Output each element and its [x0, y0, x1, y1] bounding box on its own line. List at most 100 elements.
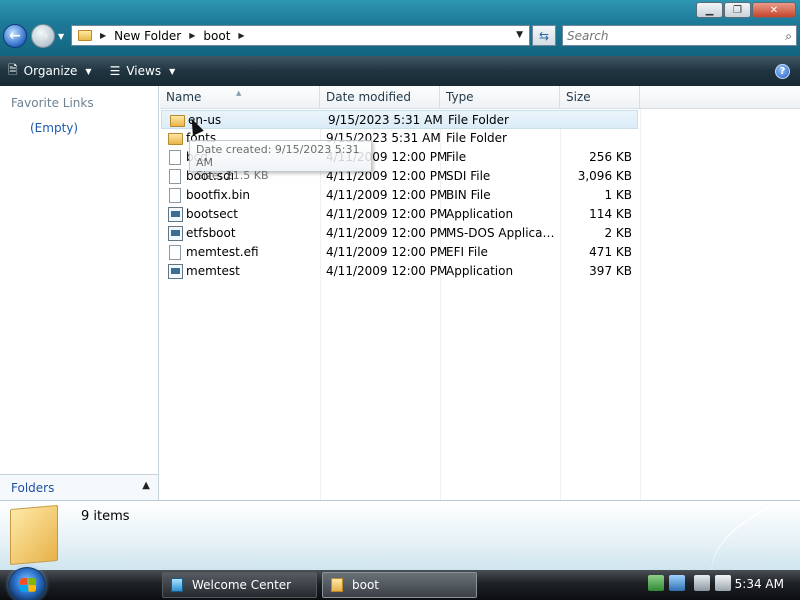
column-header-date-modified[interactable]: Date modified: [320, 86, 440, 109]
file-name: etfsboot: [186, 226, 236, 240]
column-divider: [640, 109, 641, 500]
clock[interactable]: 5:34 AM: [735, 577, 784, 591]
file-date-modified: 4/11/2009 12:00 PM: [326, 188, 448, 202]
chevron-down-icon: ▼: [85, 66, 92, 76]
recent-pages-dropdown[interactable]: ▼: [58, 32, 64, 41]
search-box[interactable]: ⌕: [562, 25, 797, 46]
help-button[interactable]: ?: [775, 64, 790, 79]
file-date-modified: 4/11/2009 12:00 PM: [326, 264, 448, 278]
file-row[interactable]: en-us 9/15/2023 5:31 AM File Folder: [161, 110, 638, 129]
tooltip-date-created: Date created: 9/15/2023 5:31 AM: [196, 143, 360, 169]
taskbar-button-boot[interactable]: boot: [322, 572, 477, 598]
maximize-button[interactable]: ❐: [724, 2, 751, 18]
window-controls: ▁ ❐ ✕: [695, 2, 796, 18]
file-name: memtest.efi: [186, 245, 259, 259]
sort-arrow-icon: ▲: [236, 89, 242, 97]
file-date-modified: 4/11/2009 12:00 PM: [326, 226, 448, 240]
address-dropdown-icon[interactable]: ▼: [516, 30, 523, 40]
forward-arrow-icon: →: [37, 28, 49, 44]
file-name: memtest: [186, 264, 240, 278]
security-center-icon[interactable]: [669, 575, 685, 591]
folders-toggle[interactable]: Folders ▲: [0, 474, 158, 500]
file-name: bootfix.bin: [186, 188, 251, 202]
file-row[interactable]: memtest.efi 4/11/2009 12:00 PM EFI File 471…: [160, 243, 640, 262]
file-date-modified: 4/11/2009 12:00 PM: [326, 245, 448, 259]
refresh-button[interactable]: ⇆: [532, 25, 556, 46]
folder-icon: [331, 578, 343, 592]
volume-muted-icon[interactable]: [715, 575, 731, 591]
taskbar-button-welcome-center[interactable]: Welcome Center: [162, 572, 317, 598]
file-row[interactable]: memtest 4/11/2009 12:00 PM Application 397 …: [160, 262, 640, 281]
system-tray: [648, 575, 736, 591]
search-input[interactable]: [567, 28, 767, 43]
file-type: Application: [446, 264, 514, 278]
file-icon: [169, 150, 181, 165]
folder-icon: [78, 30, 92, 41]
column-header-row: Name ▲ Date modified Type Size: [160, 86, 800, 109]
file-size: 114 KB: [589, 207, 632, 221]
chevron-down-icon: ▼: [169, 66, 176, 76]
chevron-up-icon: ▲: [142, 480, 150, 491]
favorite-links-heading: Favorite Links: [11, 96, 94, 110]
close-button[interactable]: ✕: [752, 2, 796, 18]
file-icon: [169, 245, 181, 260]
file-icon: [169, 188, 181, 203]
item-count: 9 items: [81, 509, 130, 524]
file-type: File: [446, 150, 467, 164]
file-size: 471 KB: [589, 245, 632, 259]
views-label: Views: [126, 64, 162, 78]
file-tooltip: Date created: 9/15/2023 5:31 AM Size: 21…: [189, 140, 372, 182]
welcome-center-icon: [171, 578, 183, 592]
breadcrumb-new-folder[interactable]: New Folder: [114, 29, 181, 43]
folder-large-icon: [10, 504, 58, 566]
taskbar-button-label: Welcome Center: [192, 578, 292, 592]
folders-label: Folders: [11, 481, 55, 495]
start-button[interactable]: [8, 567, 46, 600]
back-arrow-icon: ←: [9, 28, 21, 44]
column-header-type[interactable]: Type: [440, 86, 560, 109]
file-size: 1 KB: [604, 188, 632, 202]
organize-menu-button[interactable]: 🗎 Organize ▼: [8, 61, 92, 82]
search-icon[interactable]: ⌕: [785, 29, 792, 44]
file-type: File Folder: [446, 131, 507, 145]
tooltip-size: Size: 21.5 KB: [196, 169, 269, 182]
organize-label: Organize: [23, 64, 78, 78]
file-type: BIN File: [446, 188, 491, 202]
details-pane: 9 items: [0, 500, 800, 580]
breadcrumb-separator-icon[interactable]: ▶: [238, 31, 244, 40]
file-type: Application: [446, 207, 514, 221]
file-size: 2 KB: [604, 226, 632, 240]
address-bar[interactable]: ▶ New Folder ▶ boot ▶ ▼: [71, 25, 530, 46]
breadcrumb-separator-icon[interactable]: ▶: [189, 31, 195, 40]
breadcrumb-boot[interactable]: boot: [203, 29, 230, 43]
network-icon[interactable]: [694, 575, 710, 591]
command-toolbar: 🗎 Organize ▼ ☰ Views ▼ ?: [0, 56, 800, 86]
file-date-modified: 4/11/2009 12:00 PM: [326, 207, 448, 221]
back-button[interactable]: ←: [3, 24, 27, 48]
folder-icon: [168, 133, 183, 145]
file-name: bootsect: [186, 207, 238, 221]
file-date-modified: 9/15/2023 5:31 AM: [328, 113, 443, 127]
file-row[interactable]: bootsect 4/11/2009 12:00 PM Application 114…: [160, 205, 640, 224]
file-type: MS-DOS Applicati...: [446, 226, 558, 240]
favorite-links-empty: (Empty): [30, 121, 79, 135]
refresh-icon: ⇆: [538, 28, 550, 43]
forward-button[interactable]: →: [31, 24, 55, 48]
views-menu-button[interactable]: ☰ Views ▼: [110, 64, 176, 78]
navigation-pane: Favorite Links (Empty) Folders ▲: [0, 86, 159, 500]
decorative-swoosh: [696, 502, 798, 580]
minimize-button[interactable]: ▁: [696, 2, 723, 18]
file-size: [568, 111, 634, 130]
application-icon: [168, 264, 183, 279]
file-row[interactable]: bootfix.bin 4/11/2009 12:00 PM BIN File 1 K…: [160, 186, 640, 205]
users-icon[interactable]: [648, 575, 664, 591]
file-type: SDI File: [446, 169, 491, 183]
views-icon: ☰: [109, 64, 121, 78]
file-size: [566, 129, 632, 148]
file-size: 256 KB: [589, 150, 632, 164]
breadcrumb-separator-icon[interactable]: ▶: [100, 31, 106, 40]
window-chrome: ▁ ❐ ✕ ← → ▼ ▶ New Folder ▶ boot ▶ ▼ ⇆ ⌕: [0, 0, 800, 56]
column-header-name[interactable]: Name ▲: [160, 86, 320, 109]
column-header-size[interactable]: Size: [560, 86, 640, 109]
file-row[interactable]: etfsboot 4/11/2009 12:00 PM MS-DOS Applica…: [160, 224, 640, 243]
